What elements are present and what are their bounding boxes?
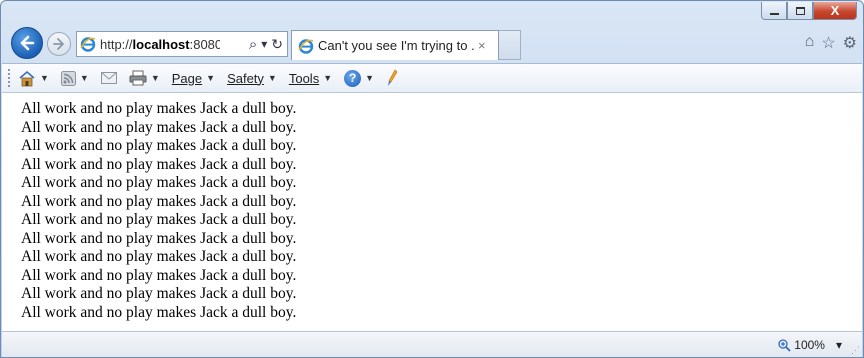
close-window-button[interactable]: X (813, 2, 857, 20)
content-line: All work and no play makes Jack a dull b… (21, 285, 297, 302)
research-icon (388, 69, 398, 86)
safety-menu-label: Safety (227, 70, 264, 86)
research-button[interactable] (386, 69, 400, 87)
close-tab-icon[interactable]: × (478, 38, 486, 53)
ie-logo-icon (298, 38, 314, 54)
printer-icon (129, 70, 147, 86)
print-button[interactable]: ▼ (129, 70, 160, 86)
zoom-control[interactable]: 100% ▾ (778, 338, 842, 352)
safety-menu[interactable]: Safety ▼ (227, 71, 277, 86)
navigation-bar: http://localhost:8080/l ⌕ ▾ ↻ Can't you … (7, 25, 859, 63)
page-menu[interactable]: Page ▼ (172, 71, 215, 86)
zoom-level: 100% (794, 338, 825, 352)
chevron-down-icon: ▼ (323, 73, 333, 83)
window-controls: X (761, 2, 857, 20)
command-bar: ▼ ▼ ▼ Page ▼ Safety ▼ Tools ▼ ? ▼ (2, 63, 862, 93)
chevron-down-icon[interactable]: ▼ (151, 73, 160, 83)
close-icon: X (830, 3, 840, 18)
read-mail-button[interactable] (100, 72, 117, 84)
chevron-down-icon[interactable]: ▾ (261, 37, 267, 51)
browser-window: X http://localhost:8080/l ⌕ ▾ ↻ (0, 0, 864, 358)
maximize-icon (795, 6, 805, 15)
url-scheme: http:// (100, 36, 133, 52)
chevron-down-icon[interactable]: ▼ (40, 73, 49, 83)
content-line: All work and no play makes Jack a dull b… (21, 211, 297, 228)
address-tools: ⌕ ▾ ↻ (249, 36, 287, 53)
arrow-right-icon (53, 38, 64, 50)
browser-toolbar-icons: ⌂ ☆ ⚙ (805, 33, 857, 53)
minimize-button[interactable] (761, 2, 787, 20)
chevron-down-icon[interactable]: ▼ (80, 73, 89, 83)
help-icon: ? (344, 69, 362, 87)
content-line: All work and no play makes Jack a dull b… (21, 229, 297, 247)
home-button[interactable]: ▼ (18, 70, 49, 87)
home-icon (19, 70, 35, 86)
status-bar: 100% ▾ ⋰ (2, 331, 862, 357)
gear-icon[interactable]: ⚙ (843, 33, 857, 53)
address-bar[interactable]: http://localhost:8080/l ⌕ ▾ ↻ (76, 31, 288, 57)
rss-feed-icon (60, 70, 76, 86)
chevron-down-icon[interactable]: ▾ (836, 338, 842, 352)
url-path: :8080/l (189, 36, 220, 52)
chevron-down-icon: ▼ (365, 73, 375, 83)
content-line: All work and no play makes Jack a dull b… (21, 100, 297, 117)
content-line: All work and no play makes Jack a dull b… (21, 303, 297, 321)
feeds-button[interactable]: ▼ (60, 70, 89, 86)
content-line: All work and no play makes Jack a dull b… (21, 174, 297, 191)
page-content: All work and no play makes Jack a dull b… (2, 93, 862, 331)
tab-title: Can't you see I'm trying to ... (318, 38, 476, 53)
content-line: All work and no play makes Jack a dull b… (21, 266, 297, 284)
search-icon[interactable]: ⌕ (249, 36, 257, 53)
arrow-left-icon (20, 35, 35, 51)
toolbar-grip[interactable] (8, 69, 12, 87)
forward-button[interactable] (47, 32, 71, 56)
content-line: All work and no play makes Jack a dull b… (21, 155, 297, 173)
refresh-icon[interactable]: ↻ (271, 36, 283, 53)
new-tab-button[interactable] (499, 30, 521, 60)
content-line: All work and no play makes Jack a dull b… (21, 192, 297, 210)
content-line: All work and no play makes Jack a dull b… (21, 137, 297, 154)
chevron-down-icon: ▼ (206, 73, 216, 83)
favorites-icon[interactable]: ☆ (821, 33, 835, 53)
minimize-icon (769, 12, 779, 15)
url-text[interactable]: http://localhost:8080/l (100, 37, 220, 52)
home-icon[interactable]: ⌂ (805, 33, 815, 53)
tools-menu-label: Tools (288, 70, 320, 86)
back-button[interactable] (11, 27, 43, 59)
ie-logo-icon (80, 37, 96, 52)
chevron-down-icon: ▼ (267, 73, 277, 83)
mail-icon (100, 72, 117, 84)
page-menu-label: Page (171, 70, 203, 86)
help-menu[interactable]: ? ▼ (344, 69, 375, 87)
maximize-button[interactable] (787, 2, 813, 20)
zoom-icon (778, 338, 791, 352)
tab-active[interactable]: Can't you see I'm trying to ... × (291, 30, 499, 60)
url-host: localhost (132, 36, 190, 52)
resize-grip[interactable]: ⋰ (851, 345, 860, 356)
content-line: All work and no play makes Jack a dull b… (21, 248, 297, 265)
tools-menu[interactable]: Tools ▼ (289, 71, 332, 86)
content-line: All work and no play makes Jack a dull b… (21, 118, 297, 136)
